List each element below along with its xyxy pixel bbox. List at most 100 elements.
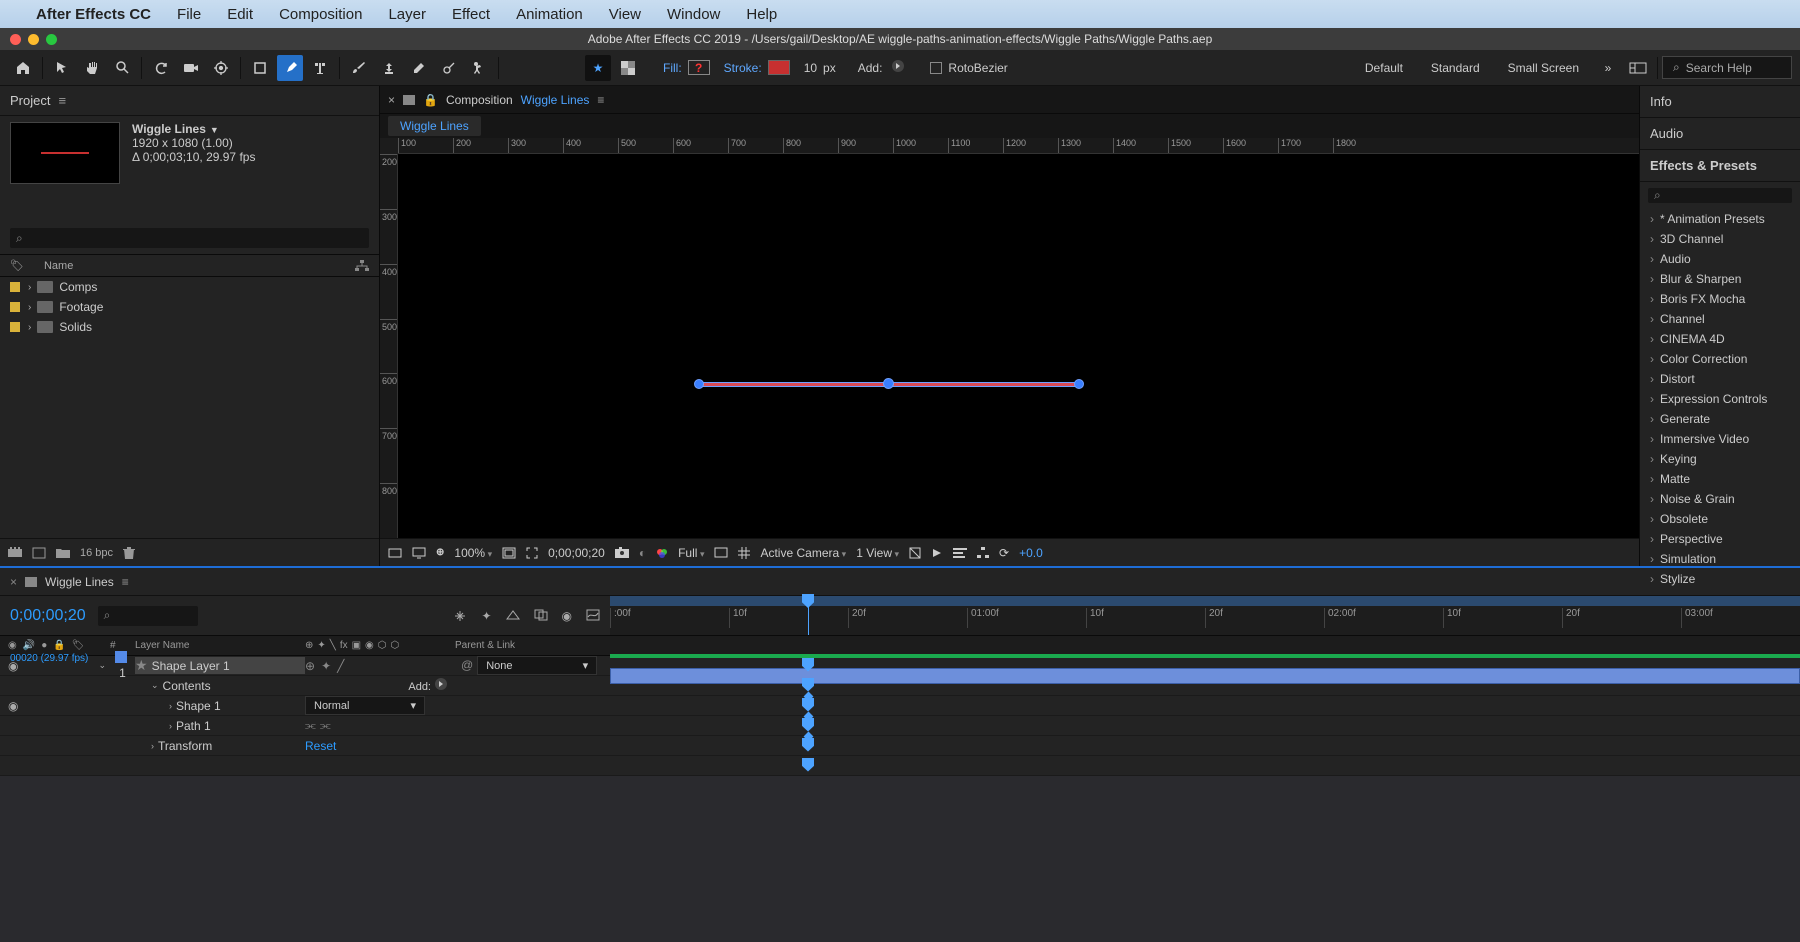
fx-distort[interactable]: Distort	[1640, 369, 1800, 389]
timeline-tab[interactable]: Wiggle Lines	[45, 575, 114, 589]
hand-tool-icon[interactable]	[79, 55, 105, 81]
folder-comps[interactable]: ›Comps	[0, 277, 379, 297]
trash-icon[interactable]	[123, 546, 135, 560]
draft3d-icon[interactable]: ✦	[481, 609, 491, 623]
maximize-icon[interactable]	[46, 34, 57, 45]
layer-path-1[interactable]: ›Path 1 ⫘⫘	[0, 716, 1800, 736]
close-tab-icon[interactable]: ×	[388, 93, 395, 107]
menu-composition[interactable]: Composition	[279, 6, 362, 23]
brush-tool-icon[interactable]	[346, 55, 372, 81]
layer-shape-layer-1[interactable]: ◉⌄ 1 ★Shape Layer 1 ⊕✦╱ @None▾	[0, 656, 1800, 676]
star-icon[interactable]: ★	[585, 55, 611, 81]
twirl-icon[interactable]: ›	[169, 701, 172, 711]
new-folder-icon[interactable]	[56, 547, 70, 558]
panel-menu-icon[interactable]: ≡	[122, 575, 129, 589]
folder-footage[interactable]: ›Footage	[0, 297, 379, 317]
zoom-tool-icon[interactable]	[109, 55, 135, 81]
app-name[interactable]: After Effects CC	[36, 6, 151, 23]
parent-dropdown[interactable]: None▾	[477, 656, 597, 675]
stroke-swatch[interactable]	[768, 60, 790, 75]
rectangle-tool-icon[interactable]	[247, 55, 273, 81]
fx-simulation[interactable]: Simulation	[1640, 549, 1800, 569]
fill-swatch[interactable]: ?	[688, 60, 710, 75]
eraser-tool-icon[interactable]	[406, 55, 432, 81]
menu-file[interactable]: File	[177, 6, 201, 23]
comp-thumbnail[interactable]	[10, 122, 120, 184]
channel-icon[interactable]	[656, 547, 668, 559]
motion-blur-icon[interactable]: ◉	[562, 609, 572, 623]
fx-immersive[interactable]: Immersive Video	[1640, 429, 1800, 449]
work-area-bar[interactable]	[610, 654, 1800, 658]
transparency-icon[interactable]	[615, 55, 641, 81]
fx-obsolete[interactable]: Obsolete	[1640, 509, 1800, 529]
effects-search-input[interactable]: ⌕	[1648, 188, 1792, 203]
resolution-dropdown[interactable]: Full	[678, 546, 704, 560]
clone-stamp-tool-icon[interactable]	[376, 55, 402, 81]
fx-blur-sharpen[interactable]: Blur & Sharpen	[1640, 269, 1800, 289]
roi-icon[interactable]	[526, 547, 538, 559]
layer-shape-1[interactable]: ◉ ›Shape 1 Normal▾	[0, 696, 1800, 716]
graph-editor-icon[interactable]	[586, 609, 600, 623]
effects-presets-tab[interactable]: Effects & Presets	[1640, 150, 1800, 182]
puppet-tool-icon[interactable]	[466, 55, 492, 81]
eye-icon[interactable]: ◉	[8, 699, 18, 713]
path-edit-icon[interactable]: ⫘	[305, 718, 316, 733]
lock-icon[interactable]: 🔒	[423, 93, 438, 107]
comp-dropdown-icon[interactable]: ▼	[210, 125, 219, 135]
close-icon[interactable]	[10, 34, 21, 45]
menu-window[interactable]: Window	[667, 6, 720, 23]
playhead[interactable]	[808, 602, 809, 635]
time-ruler[interactable]: :00f10f20f01:00f10f20f02:00f10f20f03:00f	[610, 596, 1800, 635]
twirl-icon[interactable]: ›	[151, 741, 154, 751]
fx-keying[interactable]: Keying	[1640, 449, 1800, 469]
layer-transform[interactable]: ›Transform Reset	[0, 736, 1800, 756]
flowchart-icon[interactable]	[355, 260, 369, 272]
name-column[interactable]: Name	[44, 260, 73, 272]
draft3d-icon[interactable]: ⊕	[436, 547, 444, 558]
menu-layer[interactable]: Layer	[388, 6, 426, 23]
twirl-icon[interactable]: ⌄	[98, 660, 106, 671]
audio-panel-tab[interactable]: Audio	[1640, 118, 1800, 150]
workspace-reset-icon[interactable]	[1625, 55, 1651, 81]
resolution-icon[interactable]	[502, 547, 516, 559]
add-menu-icon[interactable]	[888, 60, 904, 75]
anchor-point-icon[interactable]	[881, 376, 897, 392]
always-preview-icon[interactable]	[388, 547, 402, 559]
fx-cinema4d[interactable]: CINEMA 4D	[1640, 329, 1800, 349]
view-dropdown[interactable]: 1 View	[856, 546, 899, 560]
text-tool-icon[interactable]	[307, 55, 333, 81]
menu-help[interactable]: Help	[746, 6, 777, 23]
pan-behind-tool-icon[interactable]	[208, 55, 234, 81]
refresh-icon[interactable]: ⟳	[999, 546, 1009, 560]
twirl-icon[interactable]: ⌄	[151, 680, 159, 691]
fx-channel[interactable]: Channel	[1640, 309, 1800, 329]
timecode-value[interactable]: 0;00;00;20	[548, 546, 605, 560]
tag-column-icon[interactable]: 🏷	[10, 259, 24, 272]
fx-noise-grain[interactable]: Noise & Grain	[1640, 489, 1800, 509]
fx-generate[interactable]: Generate	[1640, 409, 1800, 429]
folder-solids[interactable]: ›Solids	[0, 317, 379, 337]
project-search-input[interactable]: ⌕	[10, 228, 369, 248]
show-snapshot-icon[interactable]: ◐	[639, 546, 646, 560]
fx-animation-presets[interactable]: * Animation Presets	[1640, 209, 1800, 229]
roto-brush-tool-icon[interactable]	[436, 55, 462, 81]
search-help-input[interactable]: ⌕ Search Help	[1662, 56, 1792, 79]
shy-icon[interactable]	[506, 609, 520, 623]
new-comp-icon[interactable]	[32, 547, 46, 559]
fx-color-correction[interactable]: Color Correction	[1640, 349, 1800, 369]
vertex-handle[interactable]	[1074, 379, 1084, 389]
timeline-icon[interactable]	[953, 548, 967, 558]
snapshot-icon[interactable]	[615, 547, 629, 558]
orbit-tool-icon[interactable]	[148, 55, 174, 81]
menu-animation[interactable]: Animation	[516, 6, 583, 23]
comp-mini-flowchart-icon[interactable]	[453, 609, 467, 623]
close-tab-icon[interactable]: ×	[10, 575, 17, 589]
fx-matte[interactable]: Matte	[1640, 469, 1800, 489]
stroke-width[interactable]: 10	[804, 61, 817, 75]
bpc-button[interactable]: 16 bpc	[80, 547, 113, 559]
fx-3d-channel[interactable]: 3D Channel	[1640, 229, 1800, 249]
fx-expression[interactable]: Expression Controls	[1640, 389, 1800, 409]
vertex-handle[interactable]	[694, 379, 704, 389]
home-icon[interactable]	[10, 55, 36, 81]
camera-tool-icon[interactable]	[178, 55, 204, 81]
